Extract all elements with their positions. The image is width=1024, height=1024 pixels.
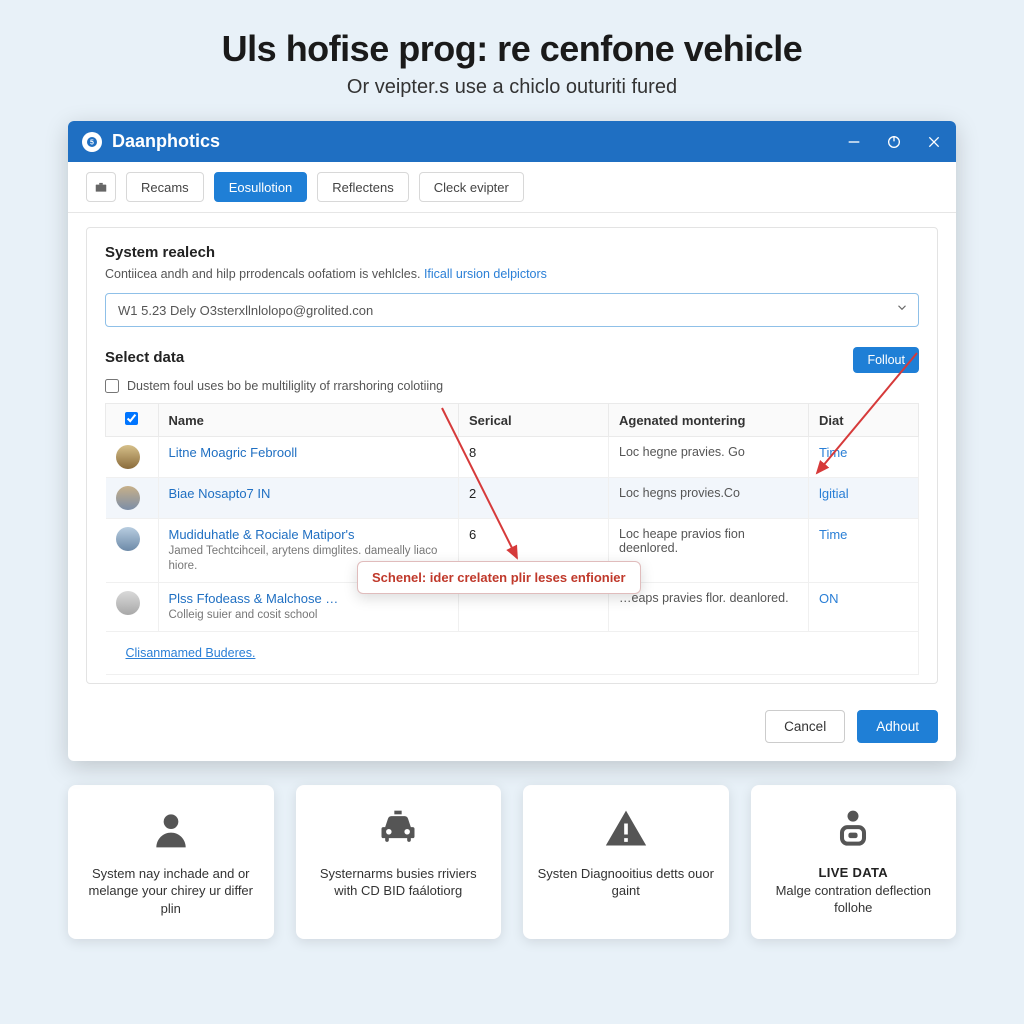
col-checkbox [106,404,159,437]
avatar [116,591,140,615]
tab-label: Cleck evipter [434,180,509,195]
tab-reflectens[interactable]: Reflectens [317,172,408,202]
vehicle-select-input[interactable] [105,293,919,327]
row-serical: 2 [459,478,609,519]
svg-text:5: 5 [90,139,94,146]
tab-eosullotion[interactable]: Eosullotion [214,172,308,202]
page-header: Uls hofise prog: re cenfone vehicle Or v… [0,0,1024,109]
about-button[interactable]: Adhout [857,710,938,743]
footer-buttons: Cancel Adhout [68,698,956,761]
tab-recams[interactable]: Recams [126,172,204,202]
tab-label: Recams [141,180,189,195]
row-monitoring: Loc hegne pravies. Go [609,437,809,478]
row-name: Mudiduhatle & Rociale Matipor's [169,527,449,542]
row-diat[interactable]: Time [819,445,847,460]
app-window: 5 Daanphotics Recams Eosullotion Reflect… [68,121,956,761]
page-subtitle: Or veipter.s use a chiclo outuriti fured [20,76,1004,99]
person-icon [149,807,193,851]
system-realech-subtitle: Contiicea andh and hilp prrodencals oofa… [105,267,919,281]
row-name: Plss Ffodeass & Malchose … [169,591,339,606]
col-serical: Serical [459,404,609,437]
close-button[interactable] [926,134,942,150]
row-monitoring: Loc hegns provies.Co [609,478,809,519]
toolbar: Recams Eosullotion Reflectens Cleck evip… [68,162,956,213]
vehicle-select[interactable] [105,293,919,327]
app-title: Daanphotics [112,131,846,152]
multiligility-checkbox[interactable] [105,379,119,393]
avatar [116,445,140,469]
avatar [116,527,140,551]
col-diat: Diat [809,404,919,437]
col-monitoring: Agenated montering [609,404,809,437]
select-data-title: Select data [105,349,184,366]
page-title: Uls hofise prog: re cenfone vehicle [20,28,1004,70]
titlebar: 5 Daanphotics [68,121,956,162]
car-icon [376,807,420,851]
window-controls [846,134,942,150]
tab-label: Eosullotion [229,180,293,195]
power-icon[interactable] [886,134,902,150]
card-text: System nay inchade and or melange your c… [82,865,260,918]
col-name: Name [158,404,459,437]
card-system-include[interactable]: System nay inchade and or melange your c… [68,785,274,940]
card-text: Systen Diagnooitius detts ouor gaint [537,865,715,900]
select-data-header: Select data Follout [105,347,919,373]
card-diagnostics[interactable]: Systen Diagnooitius detts ouor gaint [523,785,729,940]
feature-cards: System nay inchade and or melange your c… [0,761,1024,940]
card-text: Systernarms busies rriviers with CD BID … [310,865,488,900]
briefcase-icon[interactable] [86,172,116,202]
tab-cleck-evipter[interactable]: Cleck evipter [419,172,524,202]
minimize-button[interactable] [846,134,862,150]
row-name: Biae Nosapto7 IN [169,486,271,501]
card-title: LIVE DATA [819,865,888,880]
table-row[interactable]: Litne Moagric Febrooll 8 Loc hegne pravi… [106,437,919,478]
row-secondary: Colleig suier and cosit school [169,608,339,623]
system-realech-title: System realech [105,244,919,261]
row-diat[interactable]: ON [819,591,839,606]
tab-label: Reflectens [332,180,393,195]
table-header-row: Name Serical Agenated montering Diat [106,404,919,437]
card-live-data[interactable]: LIVE DATA Malge contration deflection fo… [751,785,957,940]
row-name: Litne Moagric Febrooll [169,445,298,460]
row-serical: 8 [459,437,609,478]
main-panel: System realech Contiicea andh and hilp p… [86,227,938,684]
row-diat[interactable]: Time [819,527,847,542]
expand-link[interactable]: Clisanmamed Buderes. [116,640,266,666]
table-row[interactable]: Biae Nosapto7 IN 2 Loc hegns provies.Co … [106,478,919,519]
select-all-checkbox[interactable] [125,412,138,425]
follout-button[interactable]: Follout [853,347,919,373]
cancel-button[interactable]: Cancel [765,710,845,743]
card-systemarms[interactable]: Systernarms busies rriviers with CD BID … [296,785,502,940]
error-tooltip: Schenel: ider crelaten plir leses enfion… [357,561,641,594]
multiligility-checkbox-row[interactable]: Dustem foul uses bo be multiliglity of r… [105,379,919,393]
subtitle-link[interactable]: Ificall ursion delpictors [424,267,547,281]
checkbox-label: Dustem foul uses bo be multiliglity of r… [127,379,443,393]
expand-row: Clisanmamed Buderes. [106,631,919,674]
card-text: Malge contration deflection follohe [765,882,943,917]
camera-icon [831,807,875,851]
subtitle-text: Contiicea andh and hilp prrodencals oofa… [105,267,424,281]
row-diat[interactable]: lgitial [819,486,849,501]
avatar [116,486,140,510]
app-icon: 5 [82,132,102,152]
data-table: Name Serical Agenated montering Diat Lit… [105,403,919,675]
warning-icon [604,807,648,851]
